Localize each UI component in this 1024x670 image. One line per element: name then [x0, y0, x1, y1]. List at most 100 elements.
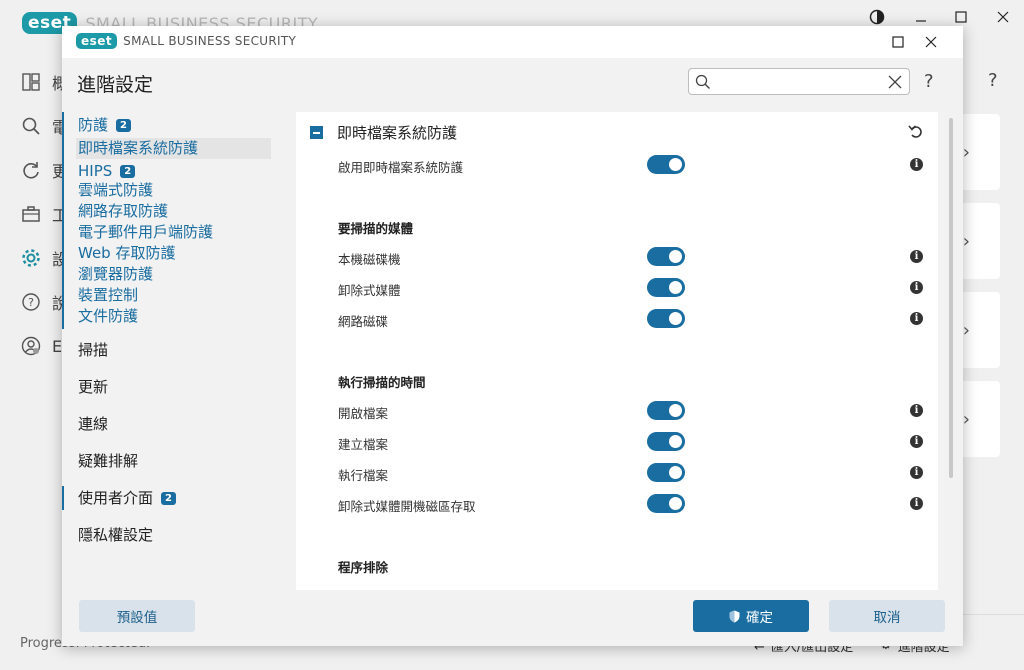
collapse-icon[interactable] [310, 126, 323, 139]
tree-item-troubleshooting[interactable]: 疑難排解 [78, 451, 138, 472]
revert-icon[interactable] [908, 123, 924, 139]
dashboard-card[interactable]: › [958, 292, 1000, 368]
settings-panel: 即時檔案系統防護 啟用即時檔案系統防護 i 要掃描的媒體 本機磁碟機 i 卸除式… [296, 112, 938, 590]
tree-item-user-interface[interactable]: 使用者介面2 [78, 488, 176, 509]
search-input[interactable] [717, 72, 877, 91]
nav-overview[interactable]: 概 [20, 70, 68, 94]
clear-search-icon[interactable] [887, 74, 903, 90]
nav-tools[interactable]: 工 [20, 202, 68, 226]
dialog-help-icon[interactable]: ? [924, 71, 934, 92]
tree-item-realtime-protection[interactable]: 即時檔案系統防護 [78, 138, 198, 159]
dialog-titlebar: eset SMALL BUSINESS SECURITY [62, 26, 963, 58]
close-icon[interactable] [920, 31, 942, 53]
boot-sector-toggle[interactable] [647, 494, 685, 513]
cancel-button[interactable]: 取消 [829, 600, 945, 632]
tree-item-update[interactable]: 更新 [78, 377, 108, 398]
tree-item-label: 疑難排解 [78, 452, 138, 470]
shield-icon [729, 610, 740, 623]
tree-item-browser-protection[interactable]: 瀏覽器防護 [78, 264, 153, 285]
tree-item-label: HIPS [78, 162, 112, 180]
info-icon[interactable]: i [910, 466, 923, 479]
account-icon [20, 335, 42, 357]
nav-help[interactable]: ? 說 [20, 290, 68, 314]
tree-item-network-access[interactable]: 網路存取防護 [78, 201, 168, 222]
removable-media-toggle[interactable] [647, 278, 685, 297]
dashboard-card[interactable]: › [958, 381, 1000, 457]
tree-item-email-client[interactable]: 電子郵件用戶端防護 [78, 222, 213, 243]
file-open-toggle[interactable] [647, 401, 685, 420]
file-execute-toggle[interactable] [647, 463, 685, 482]
tree-item-connection[interactable]: 連線 [78, 414, 108, 435]
section-indicator [62, 486, 64, 510]
tree-item-web-access[interactable]: Web 存取防護 [78, 243, 175, 264]
info-icon[interactable]: i [910, 158, 923, 171]
maximize-icon[interactable] [950, 6, 972, 28]
search-icon [20, 115, 42, 137]
tree-item-label: 瀏覽器防護 [78, 265, 153, 283]
info-icon[interactable]: i [910, 404, 923, 417]
chevron-right-icon: › [963, 320, 970, 341]
search-box[interactable] [688, 68, 910, 95]
tree-item-scan[interactable]: 掃描 [78, 340, 108, 361]
default-button-label: 預設值 [117, 606, 158, 626]
chevron-right-icon: › [963, 409, 970, 430]
ok-button[interactable]: 確定 [693, 600, 809, 632]
tree-item-label: 雲端式防護 [78, 181, 153, 199]
chevron-right-icon: › [963, 142, 970, 163]
tree-item-privacy[interactable]: 隱私權設定 [78, 525, 153, 546]
tree-item-label: 更新 [78, 378, 108, 396]
tree-item-label: 裝置控制 [78, 286, 138, 304]
refresh-icon [20, 159, 42, 181]
close-icon[interactable] [992, 6, 1014, 28]
dashboard-card[interactable]: › [958, 114, 1000, 190]
tree-item-protection[interactable]: 防護 2 [78, 115, 131, 136]
count-badge: 2 [116, 119, 131, 132]
section-indicator [62, 112, 64, 329]
setting-label: 執行檔案 [338, 465, 388, 484]
nav-account[interactable]: E [20, 334, 68, 358]
info-icon[interactable]: i [910, 497, 923, 510]
info-icon[interactable]: i [910, 435, 923, 448]
default-button[interactable]: 預設值 [79, 600, 195, 632]
local-drives-toggle[interactable] [647, 247, 685, 266]
eset-logo: eset SMALL BUSINESS SECURITY [76, 33, 296, 49]
info-icon[interactable]: i [910, 250, 923, 263]
tree-item-cloud-protection[interactable]: 雲端式防護 [78, 180, 153, 201]
dashboard-icon [20, 71, 42, 93]
tree-item-label: 即時檔案系統防護 [78, 139, 198, 157]
info-icon[interactable]: i [910, 312, 923, 325]
main-help-icon[interactable]: ? [988, 70, 998, 91]
maximize-icon[interactable] [887, 31, 909, 53]
scrollbar[interactable] [949, 118, 953, 478]
network-drives-toggle[interactable] [647, 309, 685, 328]
gear-icon [20, 247, 42, 269]
file-create-toggle[interactable] [647, 432, 685, 451]
tree-item-label: 網路存取防護 [78, 202, 168, 220]
tree-item-hips[interactable]: HIPS2 [78, 161, 135, 182]
dashboard-card[interactable]: › [958, 203, 1000, 279]
theme-toggle-icon[interactable] [866, 6, 888, 28]
minimize-icon[interactable] [910, 6, 932, 28]
setting-label: 開啟檔案 [338, 403, 388, 422]
tree-item-label: 防護 [78, 116, 108, 134]
tree-item-label: 使用者介面 [78, 489, 153, 507]
group-title: 要掃描的媒體 [338, 218, 413, 237]
search-icon [695, 74, 711, 90]
tree-item-label: 隱私權設定 [78, 526, 153, 544]
tree-item-device-control[interactable]: 裝置控制 [78, 285, 138, 306]
help-icon: ? [20, 291, 42, 313]
nav-setup[interactable]: 設 [20, 246, 68, 270]
enable-realtime-toggle[interactable] [647, 155, 685, 174]
svg-text:?: ? [28, 296, 34, 309]
info-icon[interactable]: i [910, 281, 923, 294]
nav-label: E [52, 337, 62, 356]
cancel-button-label: 取消 [874, 606, 901, 626]
nav-scan[interactable]: 電 [20, 114, 68, 138]
dialog-title: 進階設定 [77, 70, 153, 97]
section-header[interactable]: 即時檔案系統防護 [310, 122, 457, 143]
setting-label: 網路磁碟 [338, 311, 388, 330]
nav-update[interactable]: 更 [20, 158, 68, 182]
section-title: 即時檔案系統防護 [337, 122, 457, 143]
tree-item-document-protection[interactable]: 文件防護 [78, 306, 138, 327]
product-name: SMALL BUSINESS SECURITY [123, 34, 296, 48]
